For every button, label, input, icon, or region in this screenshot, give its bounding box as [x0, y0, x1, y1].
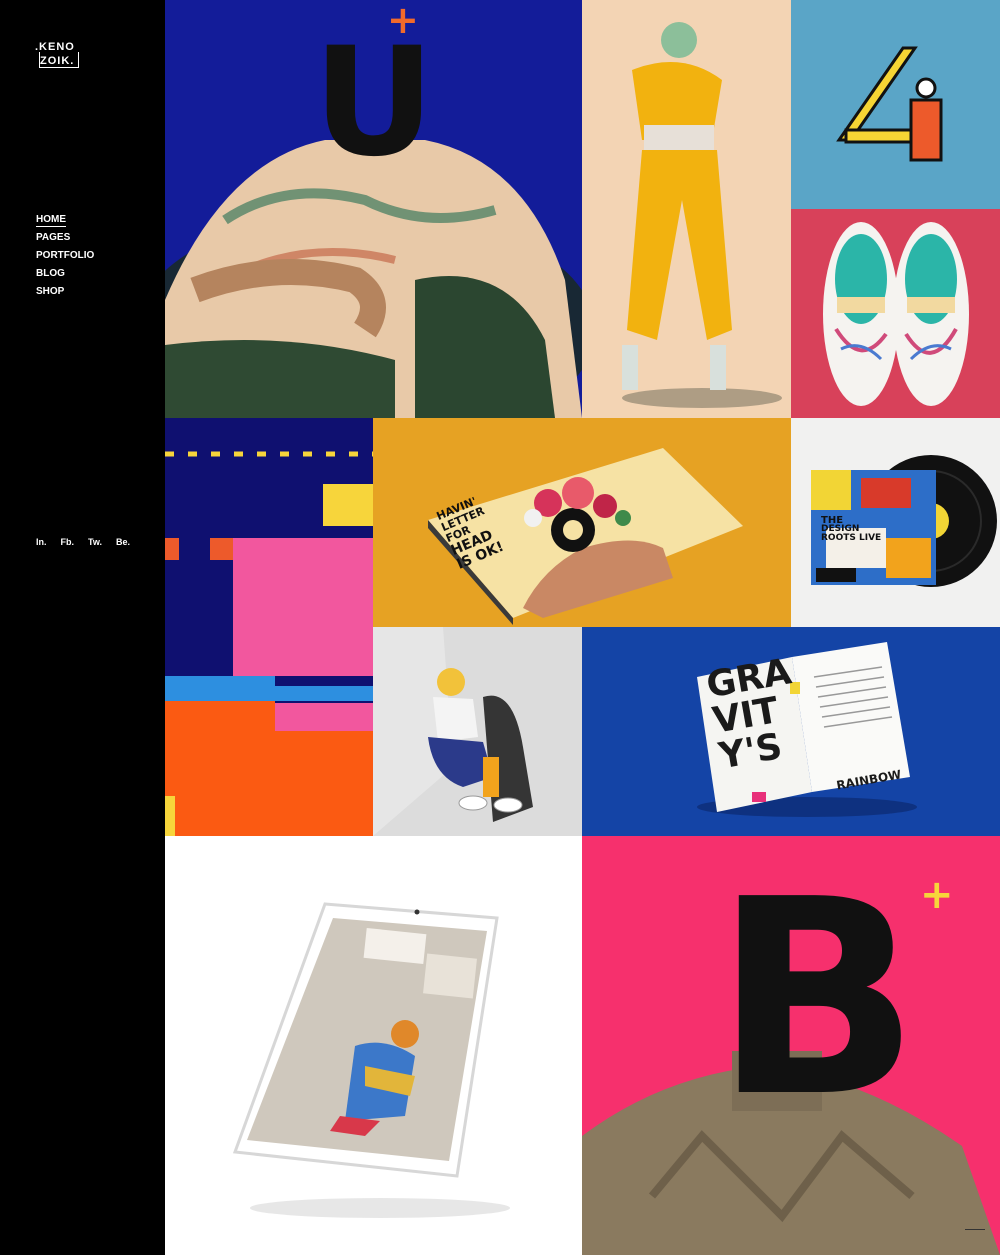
b-letter: B [714, 841, 920, 1156]
portfolio-item-b-plus[interactable]: B + [582, 836, 1000, 1255]
social-link-facebook[interactable]: Fb. [61, 537, 75, 547]
u-plus-sign: + [387, 0, 419, 42]
portfolio-item-number-four[interactable]: 4 [791, 0, 1000, 209]
book-artwork [428, 448, 743, 625]
social-links: In. Fb. Tw. Be. [36, 537, 130, 547]
vinyl-cover-text: THE DESIGN ROOTS LIVE [821, 516, 881, 543]
social-link-twitter[interactable]: Tw. [88, 537, 102, 547]
four-artwork [836, 46, 943, 162]
sitting-figure-artwork [373, 627, 533, 836]
social-link-behance[interactable]: Be. [116, 537, 130, 547]
nav-item-pages[interactable]: PAGES [36, 229, 94, 247]
portfolio-item-vinyl[interactable]: THE DESIGN ROOTS LIVE [791, 418, 1000, 627]
portfolio-item-tablet[interactable] [165, 836, 582, 1255]
portfolio-item-u-plus[interactable]: U + [165, 0, 582, 418]
vinyl-line-3: ROOTS LIVE [821, 533, 882, 543]
magazine-headline: GRA VIT Y'S [703, 651, 807, 777]
nav-item-blog[interactable]: BLOG [36, 265, 94, 283]
portfolio-item-sitting-figure[interactable] [373, 627, 582, 836]
nav-label-blog: BLOG [36, 268, 65, 279]
sneakers-artwork [823, 222, 969, 406]
sidebar: .KENO ZOIK. HOME PAGES PORTFOLIO BLOG SH… [0, 0, 165, 1255]
nav-label-pages: PAGES [36, 232, 71, 243]
social-link-instagram[interactable]: In. [36, 537, 47, 547]
logo-line-2: ZOIK. [40, 55, 75, 67]
portfolio-item-magazine[interactable]: GRA VIT Y'S RAINBOW [582, 627, 1000, 836]
nav-item-shop[interactable]: SHOP [36, 283, 94, 301]
nav-label-shop: SHOP [36, 286, 65, 297]
nav-label-home: HOME [36, 214, 66, 227]
nav-item-home[interactable]: HOME [36, 211, 94, 229]
u-letter: U [313, 16, 435, 190]
abstract-blocks-artwork [165, 451, 373, 836]
back-to-top-indicator[interactable] [965, 1229, 985, 1230]
brand-logo[interactable]: .KENO ZOIK. [35, 38, 85, 72]
portfolio-item-yellow-outfit[interactable] [582, 0, 791, 418]
portfolio-item-book[interactable]: HAVIN' LETTER FOR HEAD IS OK! [373, 418, 791, 627]
b-plus-sign: + [920, 872, 954, 918]
nav-label-portfolio: PORTFOLIO [36, 250, 95, 261]
main-nav: HOME PAGES PORTFOLIO BLOG SHOP [36, 211, 94, 301]
nav-item-portfolio[interactable]: PORTFOLIO [36, 247, 94, 265]
tablet-artwork [232, 902, 510, 1218]
portfolio-item-abstract-blocks[interactable] [165, 418, 373, 836]
yellow-outfit-artwork [622, 22, 782, 408]
portfolio-item-sneakers[interactable] [791, 209, 1000, 418]
